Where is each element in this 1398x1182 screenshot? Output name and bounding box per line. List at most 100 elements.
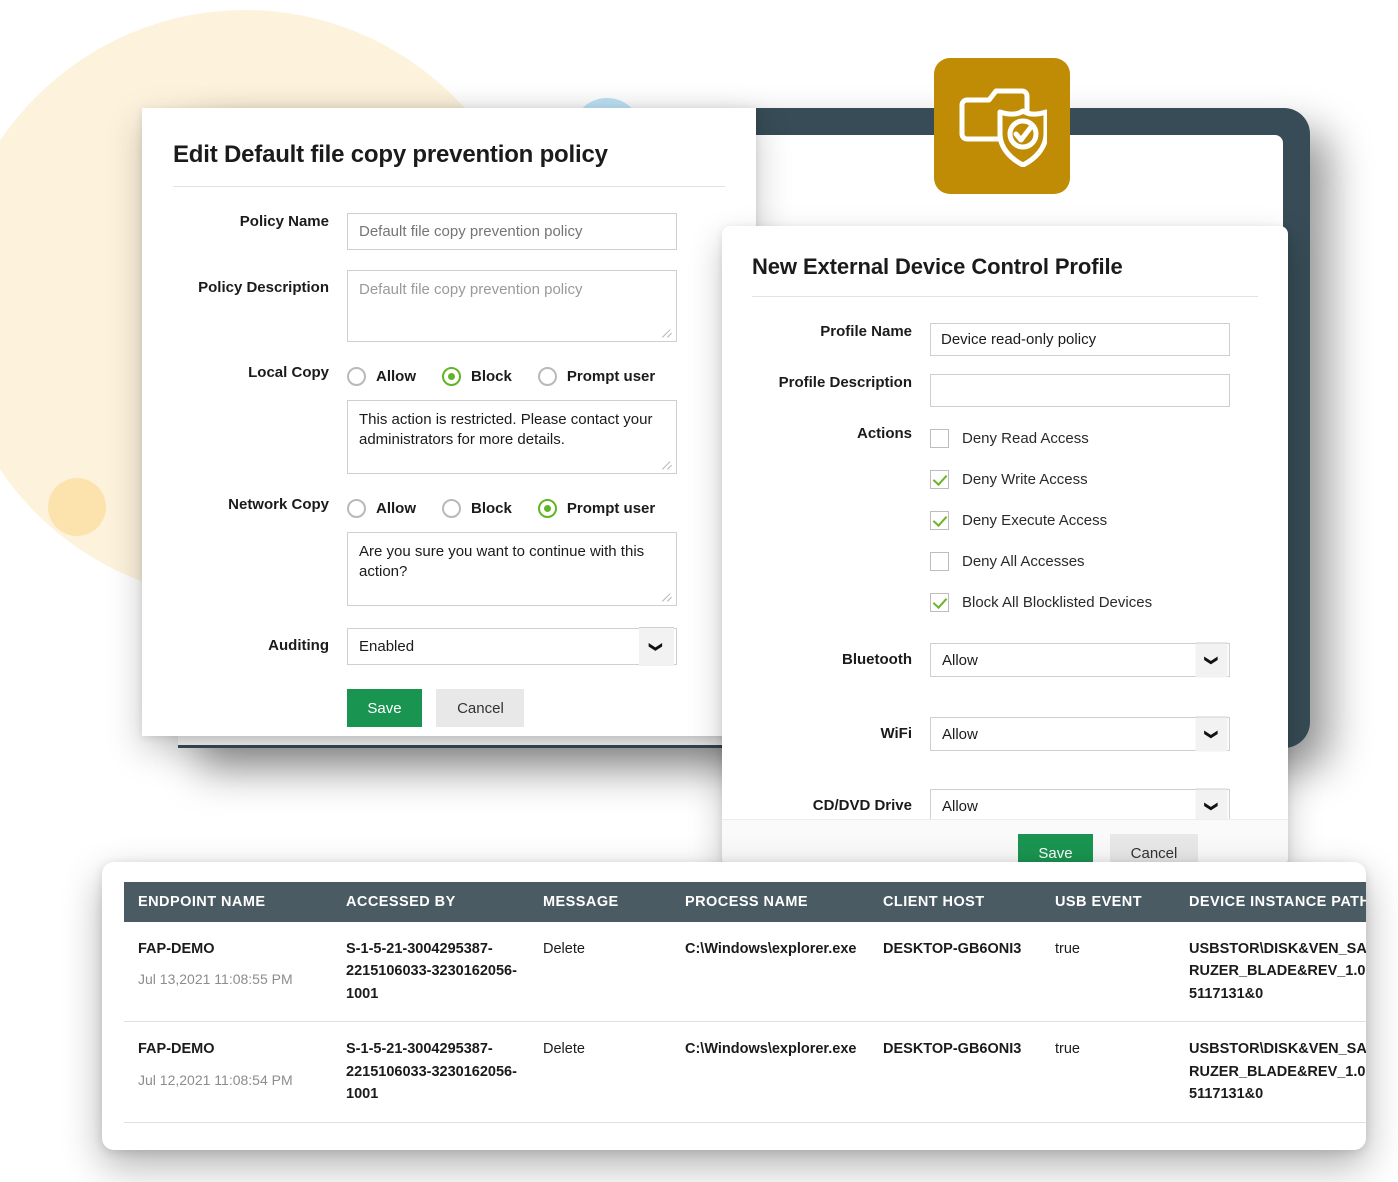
profile-description-input[interactable] [930, 374, 1230, 407]
profile-description-label: Profile Description [778, 374, 912, 391]
screenshot-stage: Edit Default file copy prevention policy… [0, 0, 1398, 1182]
cell-message: Delete [529, 1021, 671, 1123]
auditing-row: Auditing Enabled ❯ [142, 627, 756, 666]
policy-name-input[interactable] [347, 213, 677, 250]
network-copy-message-text: Are you sure you want to continue with t… [359, 543, 645, 581]
column-header-message[interactable]: MESSAGE [529, 882, 671, 922]
action-label-deny-write: Deny Write Access [962, 470, 1088, 488]
local-copy-option-allow[interactable]: Allow [347, 366, 416, 386]
local-copy-radio-group: Allow Block Prompt user [347, 364, 756, 388]
action-block-all-blocklisted-devices[interactable]: Block All Blocklisted Devices [930, 589, 1288, 615]
resize-grip-icon [662, 592, 673, 603]
checkbox-checked-icon [930, 469, 949, 489]
radio-unselected-icon [347, 498, 366, 518]
usb-activity-log-table: ENDPOINT NAME ACCESSED BY MESSAGE PROCES… [124, 882, 1366, 1123]
policy-description-row: Policy Description Default file copy pre… [142, 270, 756, 342]
policy-dialog-actions: Save Cancel [142, 689, 756, 727]
policy-description-label: Policy Description [198, 279, 329, 296]
policy-save-button[interactable]: Save [347, 689, 422, 727]
action-label-deny-read: Deny Read Access [962, 429, 1089, 447]
cell-device-instance-path: USBSTOR\DISK&VEN_SANDISK&PROD_CRUZER_BLA… [1175, 922, 1366, 1023]
profile-name-row: Profile Name [722, 323, 1288, 356]
wifi-selected-value: Allow [942, 725, 978, 743]
policy-cancel-button[interactable]: Cancel [436, 689, 525, 727]
cell-device-instance-path: USBSTOR\DISK&VEN_SANDISK&PROD_CRUZER_BLA… [1175, 1021, 1366, 1123]
network-copy-label: Network Copy [228, 496, 329, 513]
usb-activity-log-card: ENDPOINT NAME ACCESSED BY MESSAGE PROCES… [102, 862, 1366, 1150]
action-deny-execute-access[interactable]: Deny Execute Access [930, 507, 1288, 533]
cddvd-label: CD/DVD Drive [812, 797, 912, 814]
wifi-row: WiFi Allow ❯ [722, 716, 1288, 752]
device-dialog-footer: Save Cancel [722, 819, 1288, 866]
auditing-label: Auditing [268, 637, 329, 654]
column-header-usb-event[interactable]: USB EVENT [1041, 882, 1175, 922]
chevron-down-icon: ❯ [1195, 716, 1228, 752]
cddvd-row: CD/DVD Drive Allow ❯ [722, 788, 1288, 824]
policy-description-textarea[interactable]: Default file copy prevention policy [347, 270, 677, 342]
device-dialog-divider [752, 296, 1258, 297]
local-copy-message-textarea[interactable]: This action is restricted. Please contac… [347, 400, 677, 474]
cell-client-host: DESKTOP-GB6ONI3 [869, 1021, 1041, 1123]
column-header-endpoint-name[interactable]: ENDPOINT NAME [124, 882, 332, 922]
cell-process-name: C:\Windows\explorer.exe [671, 1021, 869, 1123]
action-deny-all-accesses[interactable]: Deny All Accesses [930, 548, 1288, 574]
cell-accessed-by: S-1-5-21-3004295387-2215106033-323016205… [332, 922, 529, 1023]
local-copy-row: Local Copy Allow Block Prompt user [142, 364, 756, 388]
cell-usb-event: true [1041, 922, 1175, 1023]
log-table-header: ENDPOINT NAME ACCESSED BY MESSAGE PROCES… [124, 882, 1366, 922]
endpoint-timestamp: Jul 12,2021 11:08:54 PM [138, 1071, 293, 1088]
cddvd-selected-value: Allow [942, 797, 978, 815]
checkbox-checked-icon [930, 592, 949, 612]
cell-endpoint-name: FAP-DEMO Jul 12,2021 11:08:54 PM [124, 1021, 332, 1123]
wifi-select[interactable]: Allow ❯ [930, 716, 1230, 752]
profile-description-row: Profile Description [722, 374, 1288, 407]
network-copy-option-allow[interactable]: Allow [347, 498, 416, 518]
cell-accessed-by: S-1-5-21-3004295387-2215106033-323016205… [332, 1021, 529, 1123]
radio-unselected-icon [537, 366, 557, 386]
resize-grip-icon [662, 328, 673, 339]
local-copy-option-block[interactable]: Block [442, 366, 512, 386]
cell-usb-event: true [1041, 1021, 1175, 1123]
bluetooth-select[interactable]: Allow ❯ [930, 642, 1230, 678]
wifi-label: WiFi [880, 725, 912, 742]
column-header-process-name[interactable]: PROCESS NAME [671, 882, 869, 922]
network-copy-prompt-label: Prompt user [566, 499, 656, 517]
device-dialog-title: New External Device Control Profile [752, 254, 1123, 279]
local-copy-option-prompt-user[interactable]: Prompt user [537, 366, 656, 386]
action-deny-write-access[interactable]: Deny Write Access [930, 466, 1288, 492]
network-copy-message-textarea[interactable]: Are you sure you want to continue with t… [347, 532, 677, 606]
network-copy-option-block[interactable]: Block [442, 498, 512, 518]
network-copy-block-label: Block [471, 499, 512, 517]
new-device-profile-dialog: New External Device Control Profile Prof… [722, 226, 1288, 866]
auditing-selected-value: Enabled [359, 638, 415, 655]
local-copy-message-row: This action is restricted. Please contac… [142, 400, 756, 474]
policy-dialog-title: Edit Default file copy prevention policy [173, 141, 608, 168]
local-copy-allow-label: Allow [376, 367, 416, 385]
action-deny-read-access[interactable]: Deny Read Access [930, 425, 1288, 451]
policy-dialog-divider [173, 186, 725, 187]
endpoint-name-value: FAP-DEMO [138, 1041, 215, 1058]
column-header-device-instance-path[interactable]: DEVICE INSTANCE PATH [1175, 882, 1366, 922]
chevron-down-icon: ❯ [1195, 642, 1228, 678]
checkbox-checked-icon [930, 510, 949, 530]
column-header-client-host[interactable]: CLIENT HOST [869, 882, 1041, 922]
network-copy-message-row: Are you sure you want to continue with t… [142, 532, 756, 606]
radio-selected-icon [537, 498, 557, 518]
radio-unselected-icon [442, 498, 461, 518]
column-header-accessed-by[interactable]: ACCESSED BY [332, 882, 529, 922]
local-copy-block-label: Block [471, 367, 512, 385]
cell-endpoint-name: FAP-DEMO Jul 13,2021 11:08:55 PM [124, 922, 332, 1023]
chevron-down-icon: ❯ [639, 627, 674, 666]
endpoint-timestamp: Jul 13,2021 11:08:55 PM [138, 971, 293, 988]
action-label-deny-execute: Deny Execute Access [962, 511, 1108, 529]
local-copy-prompt-label: Prompt user [566, 367, 656, 385]
profile-name-input[interactable] [930, 323, 1230, 356]
table-row[interactable]: FAP-DEMO Jul 13,2021 11:08:55 PM S-1-5-2… [124, 922, 1366, 1023]
action-label-deny-all: Deny All Accesses [962, 552, 1085, 570]
cddvd-select[interactable]: Allow ❯ [930, 788, 1230, 824]
table-row[interactable]: FAP-DEMO Jul 12,2021 11:08:54 PM S-1-5-2… [124, 1021, 1366, 1123]
network-copy-option-prompt-user[interactable]: Prompt user [537, 498, 656, 518]
auditing-select[interactable]: Enabled ❯ [347, 627, 677, 666]
resize-grip-icon [662, 460, 673, 471]
action-label-block-blocklisted: Block All Blocklisted Devices [962, 593, 1153, 611]
